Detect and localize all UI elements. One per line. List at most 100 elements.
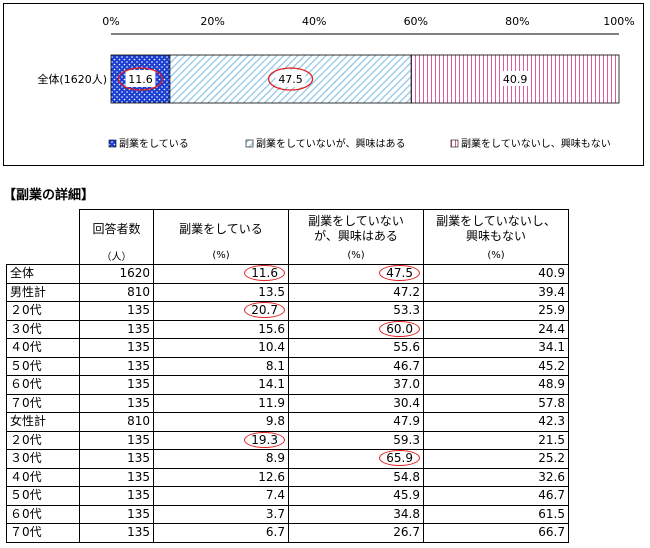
cell-value: 66.7 (538, 525, 565, 540)
cell-value: ５0代 (10, 358, 42, 373)
table-row: ７0代 135 11.9 30.4 57.8 (6, 393, 569, 413)
cell-c: 57.8 (423, 393, 569, 413)
cell-n: 135 (79, 449, 154, 469)
cell-c: 32.6 (423, 467, 569, 487)
cell-value: 30.4 (393, 395, 420, 410)
row-label: ２0代 (6, 430, 80, 450)
legend-label-3: 副業をしていないし、興味もない (461, 137, 611, 150)
cell-value: 47.2 (393, 284, 420, 299)
cell-value: 20.7 (244, 302, 285, 319)
cell-value: 810 (127, 414, 150, 429)
cell-b: 26.7 (288, 523, 424, 543)
cell-value: 34.8 (393, 506, 420, 521)
cell-a: 8.1 (153, 356, 289, 376)
row-label: ５0代 (6, 486, 80, 506)
cell-value: 25.2 (538, 451, 565, 466)
cell-value: 135 (127, 451, 150, 466)
cell-a: 11.9 (153, 393, 289, 413)
legend-label-2: 副業をしていないが、興味はある (256, 137, 406, 150)
cell-value: 40.9 (538, 266, 565, 281)
data-label: 11.6 (128, 73, 153, 86)
cell-value: ３0代 (10, 321, 42, 336)
cell-value: 60.0 (379, 320, 420, 337)
cell-value: ２0代 (10, 303, 42, 318)
cell-b: 55.6 (288, 338, 424, 358)
cell-value: 57.8 (538, 395, 565, 410)
cell-a: 9.8 (153, 412, 289, 432)
cell-value: 25.9 (538, 303, 565, 318)
cell-value: 53.3 (393, 303, 420, 318)
legend-swatch-1 (108, 139, 117, 148)
cell-value: 15.6 (258, 321, 285, 336)
cell-value: 11.6 (244, 265, 285, 282)
cell-b: 59.3 (288, 430, 424, 450)
cell-a: 8.9 (153, 449, 289, 469)
cell-value: 8.1 (265, 358, 285, 373)
row-label: ６0代 (6, 504, 80, 524)
table-row: 男性計 810 13.5 47.2 39.4 (6, 282, 569, 302)
unit-not-interested: (%) (423, 246, 569, 265)
cell-value: 46.7 (393, 358, 420, 373)
cell-c: 48.9 (423, 375, 569, 395)
detail-table: 回答者数 副業をしている 副業をしていない が、興味はある 副業をしていないし、興… (6, 209, 569, 543)
table-row: ２0代 135 20.7 53.3 25.9 (6, 301, 569, 321)
cell-b: 53.3 (288, 301, 424, 321)
legend-label-1: 副業をしている (119, 137, 189, 150)
cell-n: 810 (79, 412, 154, 432)
cell-c: 40.9 (423, 264, 569, 284)
row-label: ３0代 (6, 449, 80, 469)
cell-value: 135 (127, 469, 150, 484)
cell-n: 135 (79, 338, 154, 358)
cell-value: 135 (127, 506, 150, 521)
cell-b: 34.8 (288, 504, 424, 524)
cell-value: 1620 (119, 266, 150, 281)
table-row: ４0代 135 12.6 54.8 32.6 (6, 467, 569, 487)
cell-value: ６0代 (10, 506, 42, 521)
cell-value: 男性計 (10, 284, 47, 299)
cell-c: 21.5 (423, 430, 569, 450)
cell-b: 45.9 (288, 486, 424, 506)
x-tick-label: 80% (505, 15, 529, 28)
cell-value: 61.5 (538, 506, 565, 521)
unit-respondents: （人） (79, 246, 154, 265)
cell-value: 女性計 (10, 414, 47, 429)
row-label: ７0代 (6, 393, 80, 413)
x-tick-label: 100% (603, 15, 634, 28)
category-label: 全体(1620人) (37, 72, 107, 86)
cell-value: 59.3 (393, 432, 420, 447)
cell-value: 21.5 (538, 432, 565, 447)
cell-n: 135 (79, 301, 154, 321)
row-label: ３0代 (6, 319, 80, 339)
cell-a: 11.6 (153, 264, 289, 284)
corner-cell-unit (6, 246, 80, 265)
cell-a: 19.3 (153, 430, 289, 450)
cell-value: 135 (127, 377, 150, 392)
x-tick-label: 40% (302, 15, 326, 28)
x-tick-label: 0% (102, 15, 119, 28)
cell-value: ３0代 (10, 451, 42, 466)
cell-value: ５0代 (10, 488, 42, 503)
cell-value: 45.9 (393, 488, 420, 503)
cell-value: ６0代 (10, 377, 42, 392)
cell-value: 135 (127, 321, 150, 336)
row-label: 全体 (6, 264, 80, 284)
table-row: ５0代 135 7.4 45.9 46.7 (6, 486, 569, 506)
cell-c: 42.3 (423, 412, 569, 432)
cell-value: 48.9 (538, 377, 565, 392)
cell-a: 3.7 (153, 504, 289, 524)
row-label: ６0代 (6, 375, 80, 395)
cell-n: 135 (79, 430, 154, 450)
cell-value: 全体 (10, 266, 35, 281)
cell-value: 39.4 (538, 284, 565, 299)
cell-value: ４0代 (10, 469, 42, 484)
cell-a: 14.1 (153, 375, 289, 395)
cell-value: 810 (127, 284, 150, 299)
cell-value: 12.6 (258, 469, 285, 484)
cell-a: 13.5 (153, 282, 289, 302)
cell-c: 46.7 (423, 486, 569, 506)
col-header-interested: 副業をしていない が、興味はある (288, 209, 424, 247)
cell-b: 65.9 (288, 449, 424, 469)
cell-n: 810 (79, 282, 154, 302)
cell-value: ７0代 (10, 395, 42, 410)
cell-c: 25.2 (423, 449, 569, 469)
